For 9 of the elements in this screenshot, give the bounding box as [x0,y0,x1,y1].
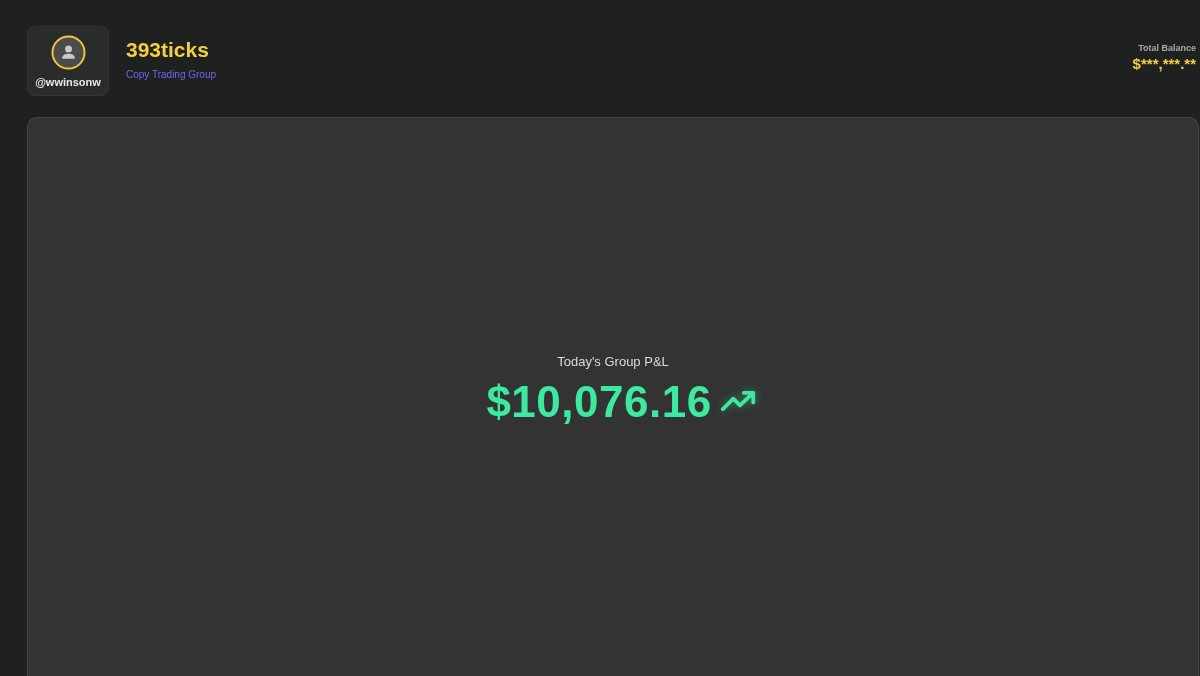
balance-label: Total Balance [1138,42,1196,54]
pnl-value: $10,076.16 [486,375,712,428]
balance-value: $***,***.** [1132,55,1196,73]
group-name: 393ticks [126,37,210,63]
username: @wwinsonw [35,76,101,89]
profile-card[interactable]: @wwinsonw [27,26,109,96]
pnl-label: Today's Group P&L [557,352,669,370]
group-subtitle: Copy Trading Group [126,68,217,81]
user-avatar-icon [50,35,86,70]
